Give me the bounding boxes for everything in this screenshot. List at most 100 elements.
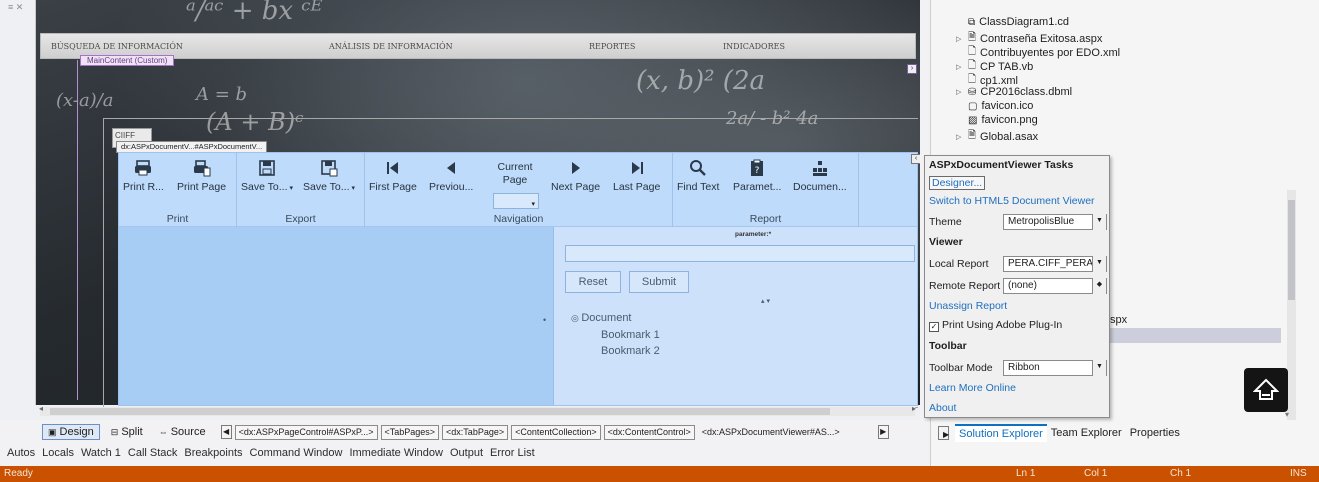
crumb-page-control[interactable]: <dx:ASPxPageControl#ASPxP...>: [234, 424, 378, 440]
tabs-scroll-icon[interactable]: ▶: [938, 426, 949, 440]
solution-item[interactable]: ▨ favicon.png: [968, 114, 1038, 126]
designer-link[interactable]: Designer...: [929, 176, 986, 190]
crumb-tab-pages[interactable]: <TabPages>: [380, 424, 440, 440]
next-page-button[interactable]: Next Page: [551, 159, 600, 193]
toolbar-mode-select[interactable]: Ribbon ▼: [1003, 360, 1107, 376]
status-bar: Ready Ln 1 Col 1 Ch 1 INS: [0, 466, 1319, 482]
design-view-label: Design: [59, 426, 94, 438]
scroll-left-icon[interactable]: ◂: [39, 404, 43, 413]
nav-indicadores[interactable]: INDICADORES: [723, 42, 785, 51]
image-file-icon: ▨: [968, 114, 978, 126]
previous-page-button[interactable]: Previou...: [429, 159, 473, 193]
expand-arrow-icon[interactable]: ▷: [956, 63, 964, 71]
crumb-content-control[interactable]: <dx:ContentControl>: [603, 424, 695, 440]
edit-diamond-icon[interactable]: ◆: [1092, 278, 1106, 294]
design-view-button[interactable]: ▣ Design: [42, 424, 100, 440]
svg-text:?: ?: [755, 166, 760, 176]
find-text-button[interactable]: Find Text: [677, 159, 719, 193]
tab-locals[interactable]: Locals: [42, 444, 74, 464]
expand-arrow-icon[interactable]: ▷: [956, 88, 964, 96]
bookmark-1[interactable]: Bookmark 1: [601, 329, 660, 341]
nav-reportes[interactable]: REPORTES: [589, 42, 635, 51]
current-page-combo[interactable]: ▾: [493, 193, 539, 209]
tab-breakpoints[interactable]: Breakpoints: [184, 444, 242, 464]
print-adobe-checkbox[interactable]: ✓: [929, 322, 939, 332]
print-page-button[interactable]: Print Page: [177, 159, 226, 193]
last-page-label: Last Page: [613, 181, 661, 193]
crumb-content-collection[interactable]: <ContentCollection>: [511, 424, 601, 440]
chevron-down-icon[interactable]: ▼: [1092, 360, 1106, 376]
save-to-window-button[interactable]: Save To... ▾: [303, 159, 355, 193]
crumb-scroll-left-icon[interactable]: ◀: [220, 425, 232, 439]
crumb-scroll-right-icon[interactable]: ▶: [877, 425, 889, 439]
nav-busqueda[interactable]: BÚSQUEDA DE INFORMACIÓN: [51, 42, 183, 51]
selected-solution-row[interactable]: [1080, 328, 1281, 343]
document-tree-node[interactable]: ◎ Document: [571, 312, 632, 324]
nav-analisis[interactable]: ANÁLISIS DE INFORMACIÓN: [329, 42, 453, 51]
submit-button[interactable]: Submit: [629, 271, 689, 293]
scroll-thumb[interactable]: [50, 408, 830, 415]
ribbon-group-print: Print R... Print Page Print: [119, 153, 237, 227]
bookmark-2[interactable]: Bookmark 2: [601, 345, 660, 357]
rail-grip-icon[interactable]: ≡ ✕: [8, 2, 23, 13]
scroll-right-icon[interactable]: ▸: [912, 404, 916, 413]
save-to-window-label: Save To...: [303, 181, 350, 193]
print-report-button[interactable]: Print R...: [123, 159, 164, 193]
status-ready: Ready: [4, 468, 33, 479]
tab-error-list[interactable]: Error List: [490, 444, 535, 464]
switch-html5-link[interactable]: Switch to HTML5 Document Viewer: [929, 195, 1095, 207]
expand-right-icon[interactable]: ›: [907, 64, 917, 74]
chevron-down-icon[interactable]: ▼: [1092, 256, 1106, 272]
crumb-document-viewer[interactable]: <dx:ASPxDocumentViewer#AS...>: [698, 425, 844, 440]
tab-autos[interactable]: Autos: [7, 444, 35, 464]
about-link[interactable]: About: [929, 402, 956, 414]
solution-item-label: Global.asax: [980, 130, 1039, 143]
tab-output[interactable]: Output: [450, 444, 483, 464]
learn-more-link[interactable]: Learn More Online: [929, 382, 1016, 394]
expand-arrow-icon[interactable]: ▷: [956, 133, 964, 141]
save-to-disk-button[interactable]: Save To... ▾: [241, 159, 293, 193]
tab-command-window[interactable]: Command Window: [250, 444, 343, 464]
solution-item[interactable]: ▢ favicon.ico: [968, 100, 1033, 112]
status-line: Ln 1: [1016, 468, 1036, 479]
local-report-select[interactable]: PERA.CIFF_PERA ▼: [1003, 256, 1107, 272]
tab-immediate-window[interactable]: Immediate Window: [349, 444, 443, 464]
reset-button[interactable]: Reset: [565, 271, 621, 293]
solution-item[interactable]: ▷ ⛁ CP2016class.dbml: [956, 86, 1072, 98]
smart-tag-collapse-icon[interactable]: ‹: [911, 154, 920, 164]
theme-select[interactable]: MetropolisBlue ▼: [1003, 214, 1107, 230]
solution-vertical-scrollbar[interactable]: [1287, 190, 1296, 420]
parameter-input[interactable]: [565, 245, 915, 262]
tab-watch-1[interactable]: Watch 1: [81, 444, 121, 464]
unassign-report-link[interactable]: Unassign Report: [929, 300, 1007, 312]
expand-arrow-icon[interactable]: ▷: [956, 35, 964, 43]
tab-properties[interactable]: Properties: [1126, 425, 1184, 441]
document-map-label: Documen...: [793, 181, 847, 193]
solution-item[interactable]: ⧉ ClassDiagram1.cd: [968, 16, 1069, 28]
print-adobe-option[interactable]: ✓ Print Using Adobe Plug-In: [929, 319, 1062, 332]
next-page-icon: [571, 162, 580, 174]
tab-team-explorer[interactable]: Team Explorer: [1047, 425, 1126, 441]
previous-page-icon: [447, 162, 456, 174]
solution-item-label: Contribuyentes por EDO.xml: [980, 46, 1121, 59]
theme-label: Theme: [929, 216, 962, 228]
tab-call-stack[interactable]: Call Stack: [128, 444, 178, 464]
floating-home-button[interactable]: [1244, 368, 1288, 412]
source-view-button[interactable]: ⇔ Source: [154, 425, 211, 439]
crumb-tab-page[interactable]: <dx:TabPage>: [442, 424, 509, 440]
scroll-thumb[interactable]: [1288, 200, 1295, 300]
solution-item[interactable]: ▷ 🗎 Global.asax: [956, 128, 1038, 145]
document-map-button[interactable]: Documen...: [793, 159, 847, 193]
splitter-grip-icon[interactable]: ▴ ▾: [761, 297, 770, 305]
parameters-button[interactable]: ? Paramet...: [733, 159, 781, 193]
local-report-label: Local Report: [929, 258, 989, 270]
solution-item-partial[interactable]: spx: [1110, 314, 1127, 326]
remote-report-select[interactable]: (none) ◆: [1003, 278, 1107, 294]
split-view-button[interactable]: ⊟ Split: [106, 425, 148, 439]
first-page-button[interactable]: First Page: [369, 159, 417, 193]
tab-solution-explorer[interactable]: Solution Explorer: [955, 424, 1047, 442]
chevron-down-icon[interactable]: ▼: [1092, 214, 1106, 230]
designer-horizontal-scrollbar[interactable]: ◂ ▸: [39, 404, 916, 416]
design-surface: ≡ ✕ ᵃ/ᵃᶜ + bx ᶜᴱ (x, b)² (2a 2a/ - b² 4a…: [0, 0, 920, 420]
last-page-button[interactable]: Last Page: [613, 159, 660, 193]
